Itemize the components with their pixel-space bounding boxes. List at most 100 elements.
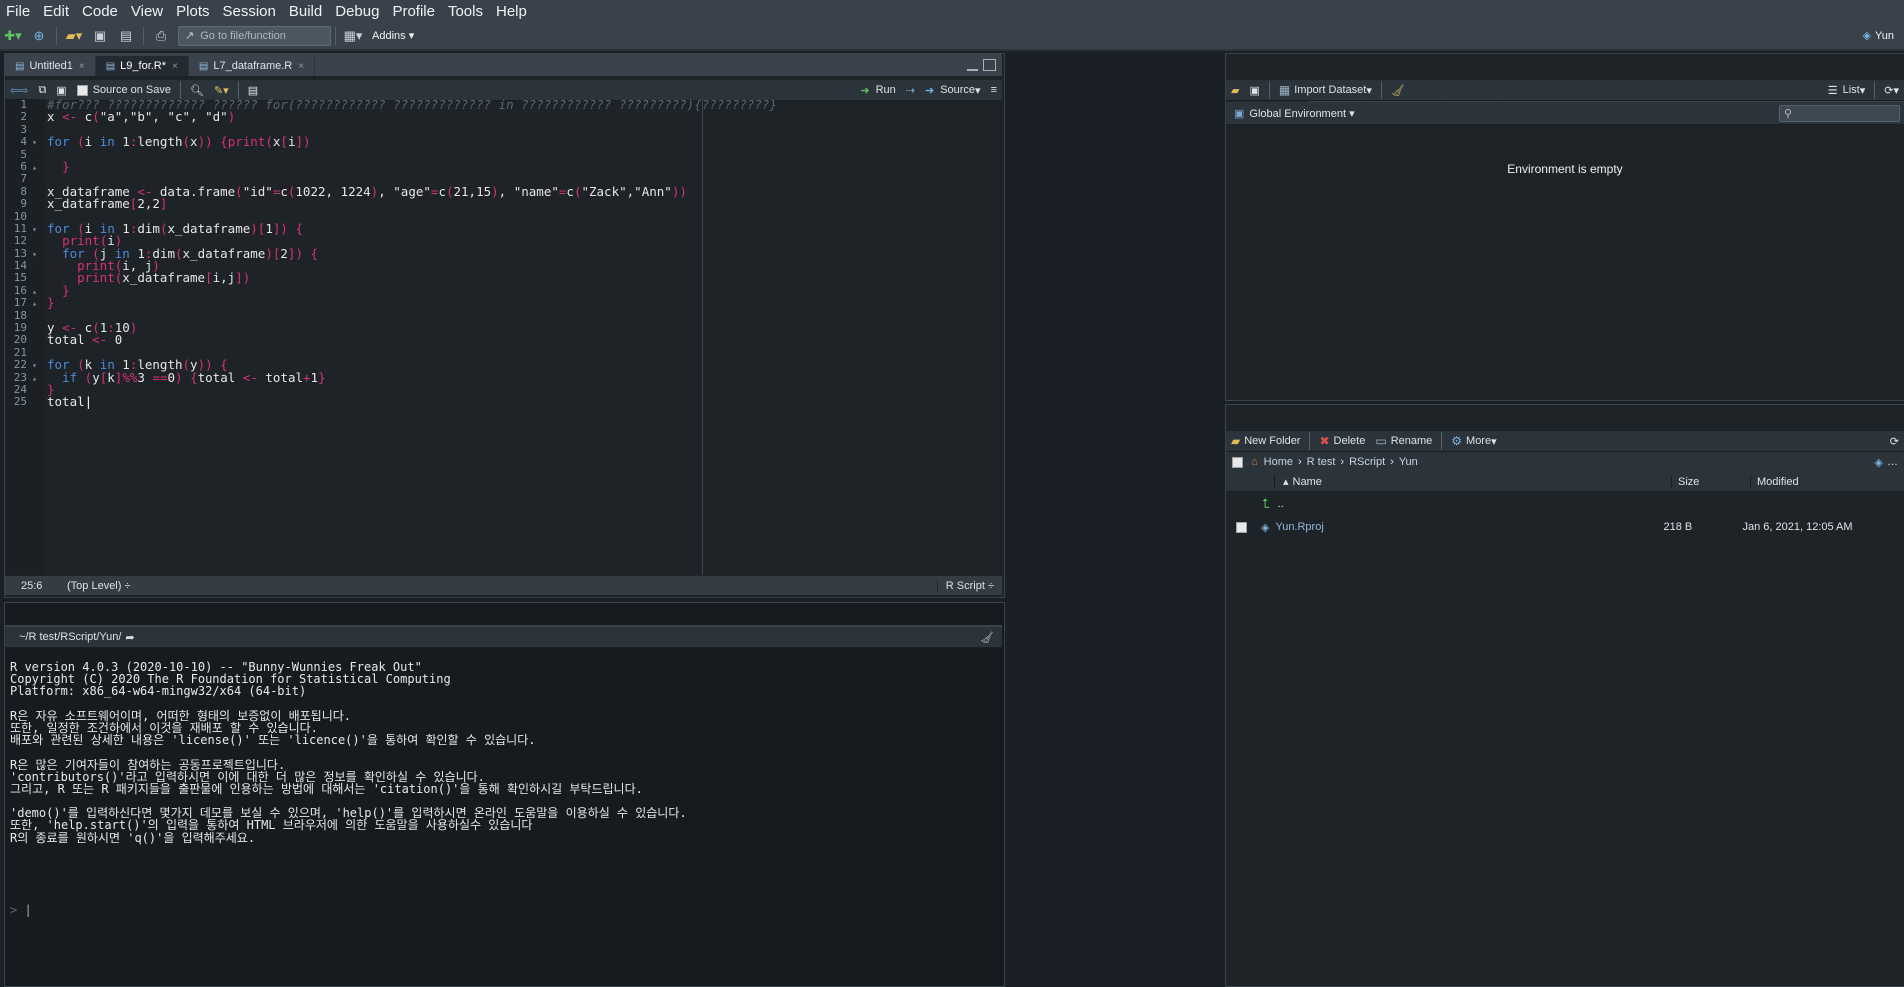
code-line[interactable]: print(x_dataframe[i,j]) [47,272,1002,285]
menu-tools[interactable]: Tools [442,3,490,20]
close-icon[interactable]: × [298,61,304,72]
home-icon[interactable]: ⌂ [1251,456,1258,468]
refresh-icon[interactable]: ⟳ [1885,435,1904,448]
view-mode-button[interactable]: ☰ List ▾ [1823,84,1871,97]
menu-profile[interactable]: Profile [386,3,442,20]
code-line[interactable]: y <- c(1:10) [47,321,1002,334]
filetype-selector[interactable]: R Script ÷ [936,579,994,592]
breadcrumb-item[interactable]: RScript [1349,456,1385,468]
name-column-header[interactable]: ▴ Name [1274,475,1671,488]
cursor-position: 25:6 [21,579,43,592]
environment-search-input[interactable]: ⚲ [1779,104,1900,122]
save-workspace-icon[interactable]: ▣ [1244,84,1264,97]
console-cursor: | [24,903,32,917]
save-all-icon[interactable]: ▤ [115,26,137,46]
minimize-icon[interactable] [967,66,978,71]
code-line[interactable]: total <- 0 [47,334,1002,347]
run-button[interactable]: ➜ Run [855,84,900,97]
breadcrumb-item[interactable]: Home [1264,456,1293,468]
menu-plots[interactable]: Plots [170,3,216,20]
new-folder-button[interactable]: ▰ New Folder [1226,434,1305,448]
menu-help[interactable]: Help [490,3,534,20]
search-icon[interactable]: 🔍︎ [185,84,209,97]
code-line[interactable]: } [47,297,1002,310]
code-line[interactable]: } [47,284,1002,297]
project-icon[interactable]: ◈ [1875,456,1883,469]
workspace-panes-icon[interactable]: ▦▾ [342,26,364,46]
file-modified: Jan 6, 2021, 12:05 AM [1742,521,1853,533]
tab-l9-for-r-[interactable]: ▤ L9_for.R* × [95,56,189,76]
maximize-icon[interactable] [983,58,996,71]
file-checkbox[interactable] [1236,521,1247,533]
clear-workspace-icon[interactable]: 🧹︎ [1386,84,1410,97]
fold-icon[interactable]: ▴ [29,298,37,310]
save-icon[interactable]: ▣ [89,26,111,46]
close-icon[interactable]: × [172,61,178,72]
user-menu[interactable]: ◈ Yun [1863,29,1894,42]
refresh-icon[interactable]: ⟳▾ [1879,84,1904,97]
more-path-icon[interactable]: … [1887,456,1898,468]
modified-column-header[interactable]: Modified [1750,475,1799,488]
menu-debug[interactable]: Debug [329,3,386,20]
code-line[interactable]: } [47,160,1002,173]
goto-file-input[interactable]: ↗ Go to file/function [178,25,331,46]
new-file-icon[interactable]: ✚▾ [2,26,24,46]
addins-menu[interactable]: Addins ▾ [372,29,414,42]
goto-directory-icon[interactable]: ➦ [125,631,134,644]
outline-icon[interactable]: ≡ [986,84,1002,96]
source-on-save-checkbox[interactable] [76,84,88,96]
compile-report-icon[interactable]: ▤ [243,84,263,97]
console-output[interactable]: R version 4.0.3 (2020-10-10) -- "Bunny-W… [10,661,990,844]
print-icon[interactable]: ⎙ [150,26,172,46]
menu-session[interactable]: Session [217,3,283,20]
save-icon[interactable]: ▣ [51,84,71,97]
code-line[interactable]: for (j in 1:dim(x_dataframe)[2]) { [47,247,1002,260]
code-line[interactable]: total| [47,396,1002,409]
more-button[interactable]: ⚙ More ▾ [1446,434,1501,448]
breadcrumb-item[interactable]: Yun [1399,456,1418,468]
scope-selector[interactable]: (Top Level) ÷ [67,580,131,592]
code-line[interactable] [47,149,1002,161]
code-line[interactable]: for (i in 1:length(x)) {print(x[i]) [47,135,1002,148]
new-project-icon[interactable]: ⊕ [28,26,50,46]
fold-icon[interactable]: ▾ [29,137,37,149]
code-line[interactable]: x <- c("a","b", "c", "d") [47,111,1002,124]
rerun-icon[interactable]: ⇢ [901,84,920,97]
size-column-header[interactable]: Size [1671,475,1750,488]
code-line[interactable] [47,310,1002,322]
import-dataset-button[interactable]: ▦ Import Dataset ▾ [1274,83,1377,97]
menu-view[interactable]: View [125,3,170,20]
scope-dropdown[interactable]: ▣ Global Environment ▾ [1234,107,1355,120]
load-workspace-icon[interactable]: ▰ [1226,84,1244,97]
menu-file[interactable]: File [0,3,37,20]
delete-button[interactable]: ✖ Delete [1314,434,1370,448]
show-in-window-icon[interactable]: ⧉ [33,84,51,97]
rename-button[interactable]: ▭ Rename [1370,434,1437,448]
code-tools-icon[interactable]: ✎▾ [209,84,234,97]
file-row[interactable]: ◈ Yun.Rproj 218 B Jan 6, 2021, 12:05 AM [1226,517,1904,537]
code-line[interactable]: x_dataframe[2,2] [47,197,1002,210]
menu-edit[interactable]: Edit [37,3,76,20]
tab-untitled1[interactable]: ▤ Untitled1 × [5,56,96,76]
code-line[interactable]: x_dataframe <- data.frame("id"=c(1022, 1… [47,185,1002,198]
menu-build[interactable]: Build [283,3,329,20]
back-icon[interactable]: ⇦⇨ [5,84,33,97]
fold-icon[interactable]: ▾ [29,360,37,372]
console-prompt[interactable]: > | [10,903,32,917]
code-editor[interactable]: #for??? ????????????? ?????? for(???????… [47,98,1002,575]
code-line[interactable]: for (i in 1:dim(x_dataframe)[1]) { [47,222,1002,235]
tab-l7-dataframe-r[interactable]: ▤ L7_dataframe.R × [188,56,316,76]
parent-directory-row[interactable]: ⮤ .. [1226,494,1904,514]
editor-window-controls[interactable] [962,58,996,71]
file-name-link[interactable]: Yun.Rproj [1275,521,1655,533]
code-line[interactable]: } [47,383,1002,396]
source-on-save-toggle[interactable]: Source on Save [72,84,176,96]
menu-code[interactable]: Code [76,3,125,20]
source-button[interactable]: ➜ Source ▾ [920,84,986,97]
select-all-checkbox[interactable] [1232,456,1243,468]
close-icon[interactable]: × [79,61,85,72]
open-file-icon[interactable]: ▰▾ [63,26,85,46]
clear-console-icon[interactable]: 🧹︎ [980,631,994,644]
breadcrumb-item[interactable]: R test [1307,456,1336,468]
code-line[interactable]: if (y[k]%%3 ==0) {total <- total+1} [47,371,1002,384]
